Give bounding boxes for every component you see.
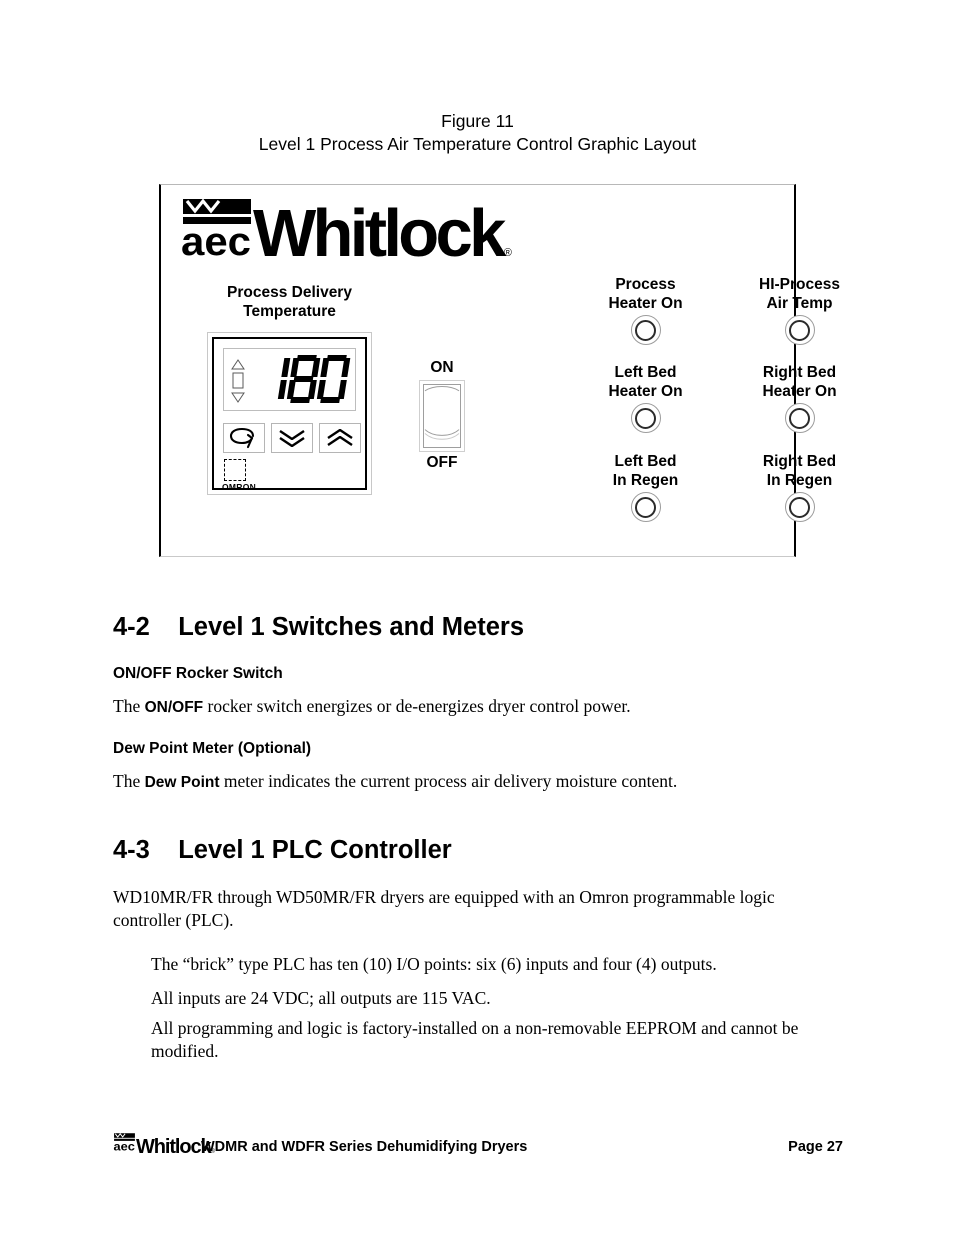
indicator-label: Left Bed Heater On — [608, 364, 683, 400]
text-bold: ON/OFF — [144, 699, 204, 716]
rocker-on-label: ON — [430, 359, 454, 376]
aec-whitlock-logo: aec Whitlock ® — [181, 195, 512, 271]
decrement-button[interactable] — [271, 423, 313, 453]
digit-1 — [256, 355, 291, 403]
figure-caption-line1: Figure 11 — [441, 111, 514, 131]
seven-segment-value — [256, 355, 351, 403]
figure-caption: Figure 11 Level 1 Process Air Temperatur… — [159, 110, 796, 156]
document-page: Figure 11 Level 1 Process Air Temperatur… — [0, 0, 954, 1235]
section-title: Level 1 Switches and Meters — [178, 613, 525, 641]
controller-button-row — [223, 423, 361, 453]
rocker-switch-paddle[interactable] — [423, 384, 461, 448]
paragraph-plc-bullet-1: The “brick” type PLC has ten (10) I/O po… — [151, 954, 717, 974]
registered-trademark-icon: ® — [503, 247, 512, 259]
indicator-lamp-icon[interactable] — [784, 315, 815, 345]
section-number: 4-2 — [113, 613, 150, 641]
indicator-lamp-icon[interactable] — [630, 315, 661, 345]
figure-caption-line2: Level 1 Process Air Temperature Control … — [258, 134, 697, 154]
paragraph-plc-intro: WD10MR/FR through WD50MR/FR dryers are e… — [113, 887, 775, 930]
indicator-right-bed-heater-on[interactable]: Right Bed Heater On — [727, 363, 872, 433]
paragraph-plc-bullet-3: All programming and logic is factory-ins… — [151, 1018, 799, 1061]
controller-indicator-square-icon — [224, 459, 246, 481]
mode-loop-button[interactable] — [223, 423, 265, 453]
up-down-arrows-icon — [231, 359, 245, 403]
rocker-off-label: OFF — [426, 454, 458, 471]
rocker-switch-body[interactable] — [419, 380, 465, 452]
indicator-lamp-icon[interactable] — [630, 492, 661, 522]
section-number: 4-3 — [113, 836, 150, 864]
section-heading-4-3: 4-3 Level 1 PLC Controller — [113, 836, 452, 865]
indicator-lamp-icon[interactable] — [630, 403, 661, 433]
digit-2 — [286, 355, 321, 403]
indicator-lamp-icon[interactable] — [784, 403, 815, 433]
footer-aec-mark-icon: aec — [113, 1132, 136, 1156]
indicator-label: Process Heater On — [608, 276, 683, 312]
digit-3 — [316, 355, 351, 403]
increment-button[interactable] — [319, 423, 361, 453]
text-post: rocker switch energizes or de-energizes … — [203, 696, 631, 716]
paragraph-plc-bullet-2: All inputs are 24 VDC; all outputs are 1… — [151, 988, 491, 1008]
omron-temperature-controller[interactable]: 180 — [207, 332, 372, 495]
paragraph-on-off-rocker-switch: The ON/OFF rocker switch energizes or de… — [113, 695, 853, 719]
text-bold: Dew Point — [144, 774, 220, 791]
section-heading-4-2: 4-2 Level 1 Switches and Meters — [113, 613, 524, 642]
figure-panel-box: aec Whitlock ® Process Delivery Temperat… — [159, 184, 840, 557]
subheading-dew-point-meter: Dew Point Meter (Optional) — [113, 740, 312, 757]
controller-body: 180 — [212, 337, 367, 492]
text-pre: The — [113, 771, 145, 791]
controller-display: 180 — [223, 348, 356, 411]
footer-document-title: WDMR and WDFR Series Dehumidifying Dryer… — [201, 1139, 528, 1155]
indicator-left-bed-in-regen[interactable]: Left Bed In Regen — [573, 452, 718, 522]
subheading-on-off-rocker-switch: ON/OFF Rocker Switch — [113, 665, 283, 682]
process-delivery-temperature-label: Process Delivery Temperature — [227, 284, 352, 320]
indicator-right-bed-in-regen[interactable]: Right Bed In Regen — [727, 452, 872, 522]
omron-brand-label: OMRON — [222, 482, 257, 492]
logo-wordmark: Whitlock — [253, 195, 506, 271]
text-pre: The — [113, 696, 145, 716]
paragraph-dew-point-meter: The Dew Point meter indicates the curren… — [113, 770, 853, 794]
indicator-label: Right Bed Heater On — [762, 364, 837, 400]
indicator-process-heater-on[interactable]: Process Heater On — [573, 275, 718, 345]
page-footer: aec Whitlock ® WDMR and WDFR Series Dehu… — [113, 1130, 843, 1159]
indicator-lamp-icon[interactable] — [784, 492, 815, 522]
svg-text:aec: aec — [113, 1139, 135, 1151]
indicator-label: Left Bed In Regen — [612, 453, 679, 489]
footer-page-number: Page 27 — [788, 1139, 843, 1155]
section-title: Level 1 PLC Controller — [178, 836, 452, 864]
indicator-label: HI-Process Air Temp — [759, 276, 840, 312]
footer-logo-wordmark: Whitlock — [136, 1136, 212, 1159]
indicator-label: Right Bed In Regen — [762, 453, 837, 489]
footer-aec-whitlock-logo: aec Whitlock ® — [113, 1132, 215, 1159]
text-post: meter indicates the current process air … — [219, 771, 678, 791]
svg-text:aec: aec — [181, 220, 251, 257]
on-off-rocker-switch[interactable]: ON OFF — [409, 359, 475, 472]
aec-mark-icon: aec — [181, 195, 253, 264]
indicator-hi-process-air-temp[interactable]: HI-Process Air Temp — [727, 275, 872, 345]
indicator-left-bed-heater-on[interactable]: Left Bed Heater On — [573, 363, 718, 433]
